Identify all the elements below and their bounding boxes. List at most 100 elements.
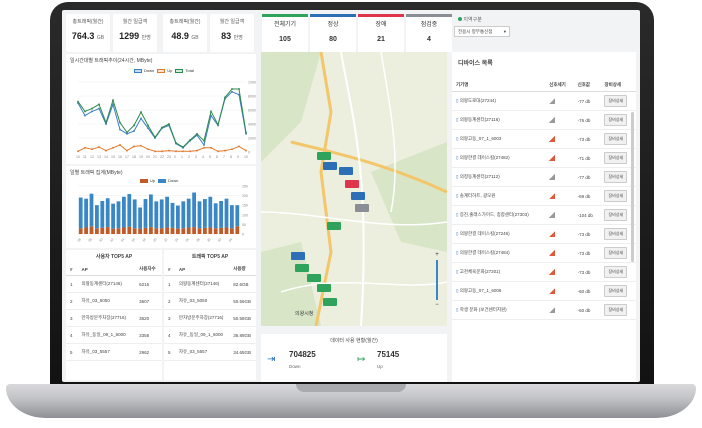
device-detail-button[interactable]: 장비상세 <box>604 247 628 259</box>
device-row[interactable]: ▯ 의왕한결 데이스킬(27246) -73 db 장비상세 <box>452 224 636 244</box>
bar-down[interactable] <box>149 194 153 228</box>
device-row[interactable]: ▯ 학생 분화 (보건센터지원) -60 db 장비상세 <box>452 300 636 320</box>
bar-down[interactable] <box>116 201 121 229</box>
bar-down[interactable] <box>78 197 83 229</box>
device-row[interactable]: ▯ 고천체육문화(27201) -73 db 장비상세 <box>452 262 636 282</box>
bar-down[interactable] <box>127 194 132 227</box>
bar-down[interactable] <box>111 203 115 229</box>
zoom-out-icon[interactable]: − <box>433 302 441 308</box>
bar-up[interactable] <box>224 227 229 234</box>
map-marker[interactable] <box>295 264 309 272</box>
bar-up[interactable] <box>181 228 186 234</box>
bar-down[interactable] <box>235 205 240 227</box>
map-marker[interactable] <box>355 204 369 212</box>
bar-down[interactable] <box>84 198 88 228</box>
map-marker[interactable] <box>351 192 365 200</box>
bar-up[interactable] <box>149 227 153 234</box>
bar-up[interactable] <box>122 227 126 234</box>
bar-down[interactable] <box>170 202 175 228</box>
device-row[interactable]: ▯ 의왕한결 데이스킬(27484) -73 db 장비상세 <box>452 243 636 263</box>
bar-up[interactable] <box>132 228 137 234</box>
bar-down[interactable] <box>230 205 234 229</box>
map-marker[interactable] <box>317 152 331 160</box>
device-detail-button[interactable]: 장비상세 <box>604 152 628 164</box>
bar-up[interactable] <box>213 228 218 234</box>
device-row[interactable]: ▯ 의왕도로대(27244) -77 db 장비상세 <box>452 91 636 111</box>
bar-up[interactable] <box>78 228 83 234</box>
table-row[interactable]: 1 의왕동계센터(27146) 6215 <box>66 275 162 293</box>
bar-up[interactable] <box>208 227 213 234</box>
device-detail-button[interactable]: 장비상세 <box>604 228 628 240</box>
bar-down[interactable] <box>138 207 142 229</box>
bar-down[interactable] <box>208 196 213 228</box>
device-list-scrollbar[interactable] <box>631 112 634 262</box>
bar-down[interactable] <box>197 201 202 229</box>
bar-up[interactable] <box>186 227 191 234</box>
map-marker[interactable] <box>317 284 331 292</box>
bar-down[interactable] <box>181 201 186 229</box>
bar-down[interactable] <box>203 199 207 228</box>
table-row[interactable]: 2 자유_03_5050 50.56GB <box>164 292 256 310</box>
map-marker[interactable] <box>339 167 353 175</box>
zoom-slider[interactable] <box>436 260 438 300</box>
device-row[interactable]: ▯ 의정동계센터(27112) -77 db 장비상세 <box>452 167 636 187</box>
map-marker[interactable] <box>327 222 341 230</box>
device-detail-button[interactable]: 장비상세 <box>604 171 628 183</box>
map-marker[interactable] <box>307 274 321 282</box>
bar-up[interactable] <box>95 228 99 234</box>
bar-up[interactable] <box>138 228 142 234</box>
bar-up[interactable] <box>111 228 115 234</box>
bar-up[interactable] <box>100 227 105 234</box>
bar-up[interactable] <box>143 227 148 234</box>
bar-up[interactable] <box>165 227 169 234</box>
bar-down[interactable] <box>132 199 137 229</box>
bar-down[interactable] <box>186 198 191 228</box>
bar-up[interactable] <box>89 226 94 234</box>
table-row[interactable]: 2 자유_03_5050 3607 <box>66 292 162 310</box>
status-card-maintenance[interactable]: 점검중 4 <box>406 14 452 52</box>
device-detail-button[interactable]: 장비상세 <box>604 304 628 316</box>
device-row[interactable]: ▯ 증진,출래스가이드, 종합센터(27303) -104 db 장비상세 <box>452 205 636 225</box>
bar-up[interactable] <box>154 228 159 234</box>
bar-up[interactable] <box>176 228 180 234</box>
table-row[interactable]: 3 만자방문주차장(27716) 3620 <box>66 309 162 327</box>
bar-up[interactable] <box>170 227 175 234</box>
bar-down[interactable] <box>176 205 180 229</box>
device-detail-button[interactable]: 장비상세 <box>604 190 628 202</box>
table-row[interactable]: 4 자유_동일_09_1_6000 3358 <box>66 326 162 344</box>
bar-up[interactable] <box>159 228 164 234</box>
bar-down[interactable] <box>154 201 159 229</box>
device-row[interactable]: ▯ 솔계터하트, 광모원 -69 db 장비상세 <box>452 186 636 206</box>
bar-down[interactable] <box>105 198 110 228</box>
device-row[interactable]: ▯ 의왕동계센터(27116) -76 db 장비상세 <box>452 110 636 130</box>
bar-down[interactable] <box>122 196 126 228</box>
bar-up[interactable] <box>192 227 196 234</box>
device-map[interactable]: 의왕시청 + − <box>261 52 447 326</box>
bar-down[interactable] <box>95 205 99 229</box>
map-zoom-control[interactable]: + − <box>433 252 441 316</box>
table-row[interactable]: 5 자유_03_5557 34.65GB <box>164 343 256 361</box>
map-marker[interactable] <box>291 252 305 260</box>
device-row[interactable]: ▯ 의왕고동_07_1_6003 -73 db 장비상세 <box>452 129 636 149</box>
bar-up[interactable] <box>230 228 234 234</box>
bar-up[interactable] <box>197 228 202 234</box>
device-detail-button[interactable]: 장비상세 <box>604 285 628 297</box>
device-detail-button[interactable]: 장비상세 <box>604 95 628 107</box>
bar-up[interactable] <box>105 227 110 234</box>
bar-up[interactable] <box>219 227 223 234</box>
bar-down[interactable] <box>100 200 105 228</box>
zoom-in-icon[interactable]: + <box>433 252 441 258</box>
table-row[interactable]: 3 만자방문주차장(27716) 50.58GB <box>164 309 256 327</box>
table-row[interactable]: 4 자유_동일_09_1_6000 36.88GB <box>164 326 256 344</box>
region-select[interactable]: 전용시 정부통신점 ▾ <box>454 26 510 37</box>
bar-up[interactable] <box>235 226 240 234</box>
status-card-normal[interactable]: 정상 80 <box>310 14 356 52</box>
map-marker[interactable] <box>323 298 337 306</box>
bar-down[interactable] <box>219 200 223 228</box>
device-detail-button[interactable]: 장비상세 <box>604 266 628 278</box>
bar-up[interactable] <box>203 227 207 234</box>
bar-down[interactable] <box>192 192 196 228</box>
device-detail-button[interactable]: 장비상세 <box>604 209 628 221</box>
bar-down[interactable] <box>143 199 148 228</box>
device-row[interactable]: ▯ 의왕한결 데이스킬(27482) -71 db 장비상세 <box>452 148 636 168</box>
